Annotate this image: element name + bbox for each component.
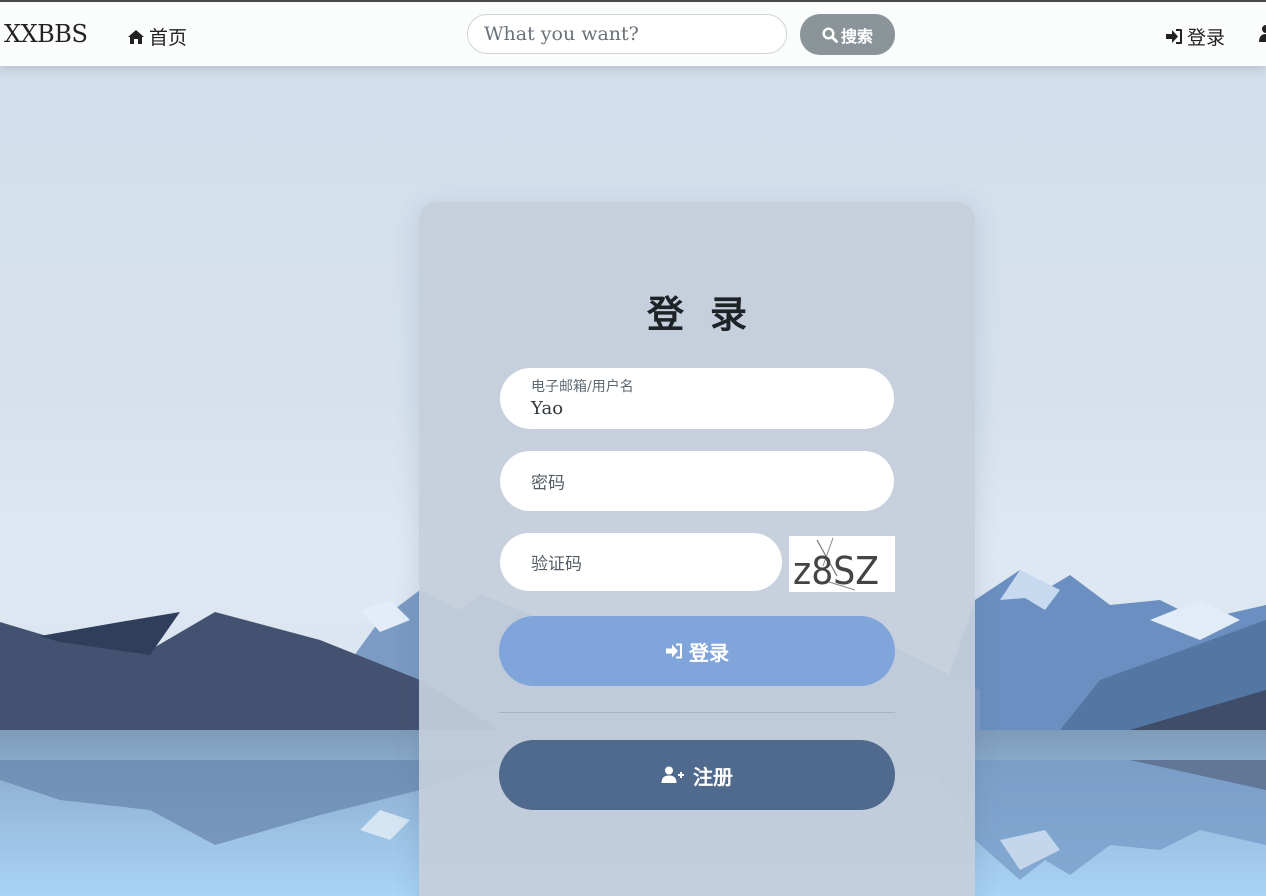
login-page: XXBBS 首页 搜索 登录 登录 [0,0,1266,896]
login-button[interactable]: 登录 [499,616,895,686]
user-plus-icon [661,766,684,783]
login-card: 登录 电子邮箱/用户名 Yao 密码 验证码 z8SZ 登录 注册 [419,202,975,896]
form-divider [499,712,895,713]
nav-login-label: 登录 [1187,27,1226,49]
captcha-image[interactable]: z8SZ [789,536,895,592]
password-placeholder: 密码 [531,473,565,494]
login-button-label: 登录 [689,640,729,665]
username-label: 电子邮箱/用户名 [531,379,634,395]
search-icon [822,26,838,43]
nav-home-link[interactable]: 首页 [127,23,187,50]
captcha-field[interactable]: 验证码 [500,533,782,591]
home-icon [128,29,144,44]
search-input[interactable] [467,14,787,54]
register-button-label: 注册 [693,764,733,789]
login-title: 登录 [647,292,773,336]
user-icon[interactable] [1258,24,1266,44]
sign-in-icon [666,643,682,659]
brand-logo[interactable]: XXBBS [4,20,88,48]
password-field[interactable]: 密码 [500,451,894,511]
username-field[interactable]: 电子邮箱/用户名 Yao [500,368,894,429]
nav-login-link[interactable]: 登录 [1165,23,1225,50]
register-button[interactable]: 注册 [499,740,895,810]
search-button[interactable]: 搜索 [800,14,895,55]
sign-in-icon [1166,29,1182,44]
captcha-text: z8SZ [793,549,879,592]
username-value[interactable]: Yao [531,398,563,419]
captcha-placeholder: 验证码 [531,554,582,575]
top-navbar: XXBBS 首页 搜索 登录 [0,0,1266,66]
search-button-label: 搜索 [840,26,873,46]
nav-home-label: 首页 [149,27,188,49]
